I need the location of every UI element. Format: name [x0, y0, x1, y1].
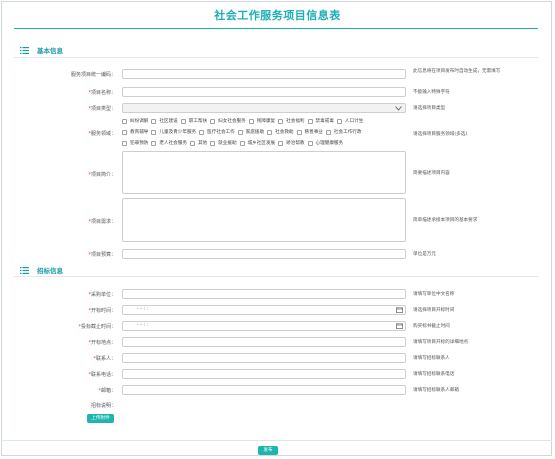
- section-bid-heading: 招标信息: [20, 265, 63, 275]
- contact-label: *联系人：: [93, 356, 116, 362]
- domain-option[interactable]: 老人社会服务: [151, 140, 187, 146]
- domain-option[interactable]: 城乡社区发展: [239, 140, 275, 146]
- start-label: *开标时间：: [88, 308, 116, 314]
- name-label: *项目名称：: [88, 90, 116, 96]
- upload-attachment-button[interactable]: 上传附件: [87, 414, 114, 423]
- domain-option[interactable]: 儿童及青少年服务: [151, 129, 196, 135]
- needs-textarea[interactable]: [122, 198, 406, 242]
- name-field[interactable]: [122, 87, 406, 97]
- page-title: 社会工作服务项目信息表: [214, 9, 341, 22]
- domain-option[interactable]: 医疗社会工作: [199, 129, 235, 135]
- domain-row-2: 教育辅导 儿童及青少年服务 医疗社会工作 家庭援助 社会救助 慈善事业 社会工作…: [122, 128, 364, 136]
- buyer-label: *采购单位：: [88, 292, 116, 298]
- start-hint: 请选择项目开标时间: [413, 308, 455, 313]
- calendar-icon[interactable]: [396, 323, 403, 329]
- buyer-field[interactable]: [122, 289, 406, 299]
- name-hint: 不能输入特殊字符: [413, 90, 450, 95]
- code-label: 服务项目统一编码：: [70, 72, 116, 78]
- type-select[interactable]: [122, 103, 406, 113]
- phone-field[interactable]: [122, 369, 406, 379]
- budget-label: *项目预算：: [88, 252, 116, 258]
- domain-option[interactable]: 矫治帮教: [278, 140, 305, 146]
- domain-option[interactable]: 教育辅导: [122, 129, 148, 135]
- domain-option[interactable]: 家庭援助: [237, 129, 264, 135]
- domain-option[interactable]: 残障康复: [248, 118, 275, 124]
- domain-option[interactable]: 社会福利: [278, 118, 305, 124]
- publish-button[interactable]: 发布: [258, 446, 278, 455]
- section-basic-divider: [14, 57, 538, 58]
- domain-label: *服务领域：: [88, 131, 116, 137]
- intro-hint: 简要描述项目内容: [413, 171, 450, 176]
- domain-option[interactable]: 慈善事业: [296, 129, 323, 135]
- list-icon: [20, 266, 29, 274]
- domain-row-3: 犯罪预防 老人社会服务 其他 就业援助 城乡社区发展 矫治帮教 心理健康服务: [122, 139, 346, 147]
- deadline-datetime-field[interactable]: - - : :: [122, 321, 406, 331]
- phone-hint: 请填写招标联系电话: [413, 372, 455, 377]
- deadline-datetime-value: - - : :: [137, 322, 149, 328]
- domain-hint: 请选择项目服务领域(多选): [413, 132, 468, 137]
- code-field[interactable]: [122, 69, 406, 79]
- place-hint: 请填写项目开标的详细地点: [413, 340, 469, 345]
- deadline-hint: 购买标书截止时间: [413, 324, 450, 329]
- chevron-down-icon: [395, 106, 402, 111]
- section-bid-title: 招标信息: [37, 267, 63, 275]
- type-label: *项目类型：: [88, 106, 116, 112]
- buyer-hint: 请填写单位中文名称: [413, 292, 455, 297]
- domain-option[interactable]: 纠纷调解: [122, 118, 148, 124]
- deadline-label: *投标截止时间：: [78, 324, 116, 330]
- place-field[interactable]: [122, 337, 406, 347]
- domain-option[interactable]: 妇女社会服务: [210, 118, 246, 124]
- domain-option[interactable]: 禁毒戒毒: [307, 118, 334, 124]
- title-divider: [14, 28, 538, 29]
- domain-option[interactable]: 社会救助: [267, 129, 294, 135]
- domain-option[interactable]: 犯罪预防: [122, 140, 148, 146]
- domain-option[interactable]: 就业援助: [210, 140, 237, 146]
- email-label: *邮箱：: [98, 388, 116, 394]
- intro-label: *项目简介：: [88, 172, 116, 178]
- domain-row-1: 纠纷调解 社区建设 职工帮扶 妇女社会服务 残障康复 社会福利 禁毒戒毒 人口计…: [122, 117, 366, 125]
- email-field[interactable]: [122, 385, 406, 395]
- intro-textarea[interactable]: [122, 151, 406, 194]
- desc-label: 招标说明：: [90, 403, 116, 409]
- needs-hint: 简单描述承接本项目的基本要求: [413, 218, 478, 223]
- domain-option[interactable]: 人口计生: [336, 118, 363, 124]
- contact-field[interactable]: [122, 353, 406, 363]
- start-datetime-field[interactable]: - - : :: [122, 305, 406, 315]
- section-basic-title: 基本信息: [37, 47, 63, 55]
- list-icon: [20, 46, 29, 54]
- place-label: *开标地点：: [88, 340, 116, 346]
- type-hint: 请选择项目类型: [413, 106, 446, 111]
- needs-label: *项目需求：: [88, 219, 116, 225]
- budget-hint: 单位是万元: [413, 252, 436, 257]
- section-bid-divider: [14, 276, 538, 277]
- start-datetime-value: - - : :: [137, 306, 149, 312]
- domain-option[interactable]: 其他: [189, 140, 207, 146]
- code-hint: 此信息将在项目发布时自动生成，无需填写: [413, 69, 501, 74]
- domain-option[interactable]: 社区建设: [151, 118, 178, 124]
- domain-option[interactable]: 社会工作行政: [325, 129, 361, 135]
- section-basic-heading: 基本信息: [20, 45, 63, 55]
- budget-field[interactable]: [122, 249, 406, 259]
- domain-option[interactable]: 心理健康服务: [307, 140, 343, 146]
- contact-hint: 请填写招标联系人: [413, 356, 450, 361]
- email-hint: 请填写招标联系人邮箱: [413, 388, 459, 393]
- phone-label: *联系电话：: [88, 372, 116, 378]
- domain-option[interactable]: 职工帮扶: [180, 118, 207, 124]
- calendar-icon[interactable]: [396, 307, 403, 313]
